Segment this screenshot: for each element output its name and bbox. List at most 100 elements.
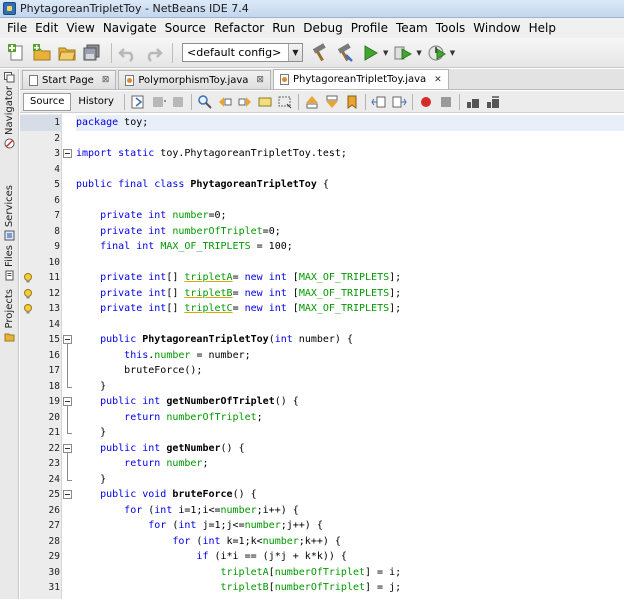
shift-right-icon[interactable] [391, 94, 407, 110]
code-line[interactable]: return numberOfTriplet; [76, 410, 624, 426]
menu-profile[interactable]: Profile [347, 18, 392, 38]
fold-toggle-icon[interactable] [63, 335, 72, 344]
new-project-icon[interactable] [31, 42, 53, 64]
menu-file[interactable]: File [3, 18, 31, 38]
code-line[interactable]: private int[] tripletC= new int [MAX_OF_… [76, 301, 624, 317]
rectangular-selection-icon[interactable] [277, 94, 293, 110]
code-line[interactable]: } [76, 425, 624, 441]
close-icon[interactable]: ✕ [434, 75, 442, 85]
chevron-down-icon[interactable]: ▼ [383, 49, 388, 57]
code-line[interactable]: public int getNumberOfTriplet() { [76, 394, 624, 410]
code-line[interactable]: import static toy.PhytagoreanTripletToy.… [76, 146, 624, 162]
configuration-select-value: <default config> [187, 46, 282, 59]
code-line[interactable]: public int getNumber() { [76, 441, 624, 457]
editor-tab[interactable]: PhytagoreanTripletToy.java ✕ [272, 69, 449, 89]
code-line[interactable]: tripletA[numberOfTriplet] = i; [76, 565, 624, 581]
code-line[interactable] [76, 162, 624, 178]
menu-team[interactable]: Team [392, 18, 432, 38]
code-line[interactable] [76, 255, 624, 271]
code-line[interactable] [76, 317, 624, 333]
fold-toggle-icon[interactable] [63, 149, 72, 158]
uncomment-icon[interactable] [485, 94, 501, 110]
code-line[interactable]: } [76, 472, 624, 488]
menu-tools[interactable]: Tools [432, 18, 470, 38]
back-icon[interactable] [150, 94, 166, 110]
menu-edit[interactable]: Edit [31, 18, 62, 38]
configuration-select[interactable]: <default config> ▼ [182, 43, 303, 62]
find-previous-icon[interactable] [217, 94, 233, 110]
run-icon[interactable] [359, 42, 381, 64]
stop-macro-icon[interactable] [438, 94, 454, 110]
start-macro-icon[interactable] [418, 94, 434, 110]
code-line[interactable]: for (int j=1;j<=number;j++) { [76, 518, 624, 534]
maximize-icon[interactable]: ⊠ [102, 75, 110, 85]
chevron-down-icon[interactable]: ▼ [450, 49, 455, 57]
code-editor[interactable]: 1 2 3 4 5 6 7 8 9 10 11 12 13 14 15 16 17 18 19 20 21 22 23 24 2… [20, 114, 624, 599]
code-line[interactable]: private int numberOfTriplet=0; [76, 224, 624, 240]
warning-bulb-icon[interactable] [23, 304, 33, 314]
code-line[interactable]: tripletB[numberOfTriplet] = j; [76, 580, 624, 596]
menu-navigate[interactable]: Navigate [99, 18, 161, 38]
new-file-icon[interactable] [6, 42, 28, 64]
warning-bulb-icon[interactable] [23, 273, 33, 283]
editor-tab[interactable]: PolymorphismToy.java ⊠ [118, 70, 271, 89]
code-line[interactable] [76, 131, 624, 147]
history-mode-button[interactable]: History [71, 93, 121, 111]
code-line[interactable]: this.number = number; [76, 348, 624, 364]
warning-bulb-icon[interactable] [23, 288, 33, 299]
find-next-icon[interactable] [237, 94, 253, 110]
last-edit-icon[interactable] [130, 94, 146, 110]
code-line[interactable]: public PhytagoreanTripletToy(int number)… [76, 332, 624, 348]
editor-tab[interactable]: Start Page ⊠ [22, 70, 117, 89]
toggle-bookmark-icon[interactable] [344, 94, 360, 110]
code-line[interactable]: private int number=0; [76, 208, 624, 224]
chevron-down-icon[interactable]: ▼ [288, 44, 302, 61]
code-line[interactable]: public void bruteForce() { [76, 487, 624, 503]
side-tab-services[interactable]: Services [2, 185, 17, 244]
shift-left-icon[interactable] [371, 94, 387, 110]
forward-icon[interactable] [170, 94, 186, 110]
find-icon[interactable] [197, 94, 213, 110]
fold-toggle-icon[interactable] [63, 443, 72, 453]
fold-toggle-icon[interactable] [63, 490, 72, 499]
code-line[interactable]: private int[] tripletB= new int [MAX_OF_… [76, 286, 624, 302]
profile-icon[interactable] [426, 42, 448, 64]
clean-build-icon[interactable] [334, 42, 356, 64]
toggle-highlight-icon[interactable] [257, 94, 273, 110]
menu-debug[interactable]: Debug [299, 18, 346, 38]
code-line[interactable]: for (int i=1;i<=number;i++) { [76, 503, 624, 519]
fold-toggle-icon[interactable] [63, 397, 72, 406]
menu-refactor[interactable]: Refactor [210, 18, 268, 38]
code-line[interactable]: package toy; [76, 115, 624, 131]
redo-icon[interactable] [142, 42, 164, 64]
save-all-icon[interactable] [81, 42, 103, 64]
code-line[interactable]: public final class PhytagoreanTripletToy… [76, 177, 624, 193]
undo-icon[interactable] [117, 42, 139, 64]
code-line[interactable]: final int MAX_OF_TRIPLETS = 100; [76, 239, 624, 255]
comment-icon[interactable] [465, 94, 481, 110]
menu-run[interactable]: Run [268, 18, 299, 38]
hammer-build-icon[interactable] [309, 42, 331, 64]
debug-icon[interactable] [392, 42, 414, 64]
menu-window[interactable]: Window [469, 18, 524, 38]
menu-source[interactable]: Source [161, 18, 210, 38]
maximize-icon[interactable]: ⊠ [256, 75, 264, 85]
source-mode-button[interactable]: Source [23, 92, 72, 111]
code-line[interactable]: if (i*i == (j*j + k*k)) { [76, 549, 624, 565]
side-tab-navigator[interactable]: Navigator [2, 72, 17, 152]
side-tab-projects[interactable]: Projects [2, 289, 17, 345]
code-line[interactable]: return number; [76, 456, 624, 472]
open-project-icon[interactable] [56, 42, 78, 64]
code-line[interactable]: private int[] tripletA= new int [MAX_OF_… [76, 270, 624, 286]
side-tab-files[interactable]: Files [2, 245, 17, 284]
chevron-down-icon[interactable]: ▼ [416, 49, 421, 57]
code-line[interactable]: bruteForce(); [76, 363, 624, 379]
code-line[interactable] [76, 193, 624, 209]
next-bookmark-icon[interactable] [324, 94, 340, 110]
code-line[interactable]: } [76, 379, 624, 395]
menu-view[interactable]: View [62, 18, 98, 38]
code-area[interactable]: package toy; import static toy.Phytagorea… [76, 114, 624, 599]
previous-bookmark-icon[interactable] [304, 94, 320, 110]
code-line[interactable]: for (int k=1;k<number;k++) { [76, 534, 624, 550]
menu-help[interactable]: Help [525, 18, 560, 38]
